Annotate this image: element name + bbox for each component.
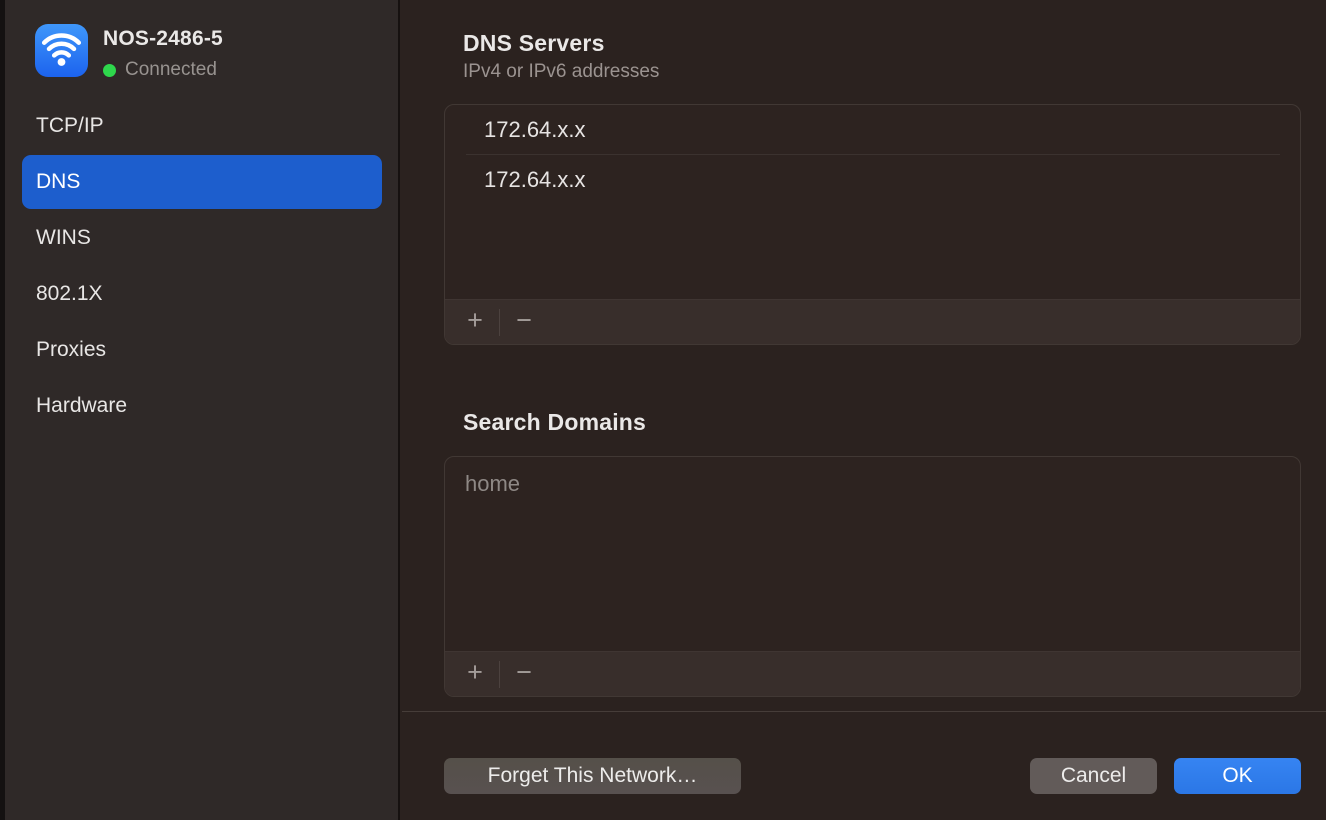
search-domains-title: Search Domains	[463, 409, 646, 436]
dns-servers-subtitle: IPv4 or IPv6 addresses	[463, 61, 659, 83]
sidebar: NOS-2486-5 Connected TCP/IP DNS WINS 802…	[0, 0, 400, 820]
toolbar-separator	[499, 661, 500, 688]
dns-servers-title: DNS Servers	[463, 30, 605, 57]
network-meta: NOS-2486-5 Connected	[103, 24, 223, 81]
sidebar-item-proxies[interactable]: Proxies	[22, 323, 382, 377]
network-header: NOS-2486-5 Connected	[35, 24, 223, 81]
dns-pane: DNS Servers IPv4 or IPv6 addresses 172.6…	[402, 0, 1326, 820]
wifi-icon	[35, 24, 88, 77]
sidebar-nav: TCP/IP DNS WINS 802.1X Proxies Hardware	[22, 99, 382, 435]
window-edge	[0, 0, 5, 820]
footer-divider	[402, 711, 1326, 712]
sidebar-item-hardware[interactable]: Hardware	[22, 379, 382, 433]
ok-button[interactable]: OK	[1174, 758, 1301, 794]
add-dns-server-button[interactable]: +	[457, 300, 493, 345]
cancel-button[interactable]: Cancel	[1030, 758, 1157, 794]
search-domains-toolbar: + −	[445, 651, 1300, 696]
remove-search-domain-button[interactable]: −	[506, 652, 542, 697]
sidebar-item-dns[interactable]: DNS	[22, 155, 382, 209]
network-details-sheet: NOS-2486-5 Connected TCP/IP DNS WINS 802…	[0, 0, 1326, 820]
dns-servers-toolbar: + −	[445, 299, 1300, 344]
forget-network-button[interactable]: Forget This Network…	[444, 758, 741, 794]
sidebar-item-tcpip[interactable]: TCP/IP	[22, 99, 382, 153]
network-status: Connected	[103, 59, 223, 81]
toolbar-separator	[499, 309, 500, 336]
sidebar-item-wins[interactable]: WINS	[22, 211, 382, 265]
add-search-domain-button[interactable]: +	[457, 652, 493, 697]
dns-servers-list: 172.64.x.x 172.64.x.x + −	[444, 104, 1301, 345]
dns-server-entry[interactable]: 172.64.x.x	[445, 105, 1300, 154]
connected-status-icon	[103, 64, 116, 77]
sidebar-item-8021x[interactable]: 802.1X	[22, 267, 382, 321]
remove-dns-server-button[interactable]: −	[506, 300, 542, 345]
search-domain-entry[interactable]: home	[445, 457, 1300, 508]
connected-status-label: Connected	[125, 59, 217, 81]
dns-server-entry[interactable]: 172.64.x.x	[445, 155, 1300, 204]
network-name: NOS-2486-5	[103, 27, 223, 51]
search-domains-list: home + −	[444, 456, 1301, 697]
